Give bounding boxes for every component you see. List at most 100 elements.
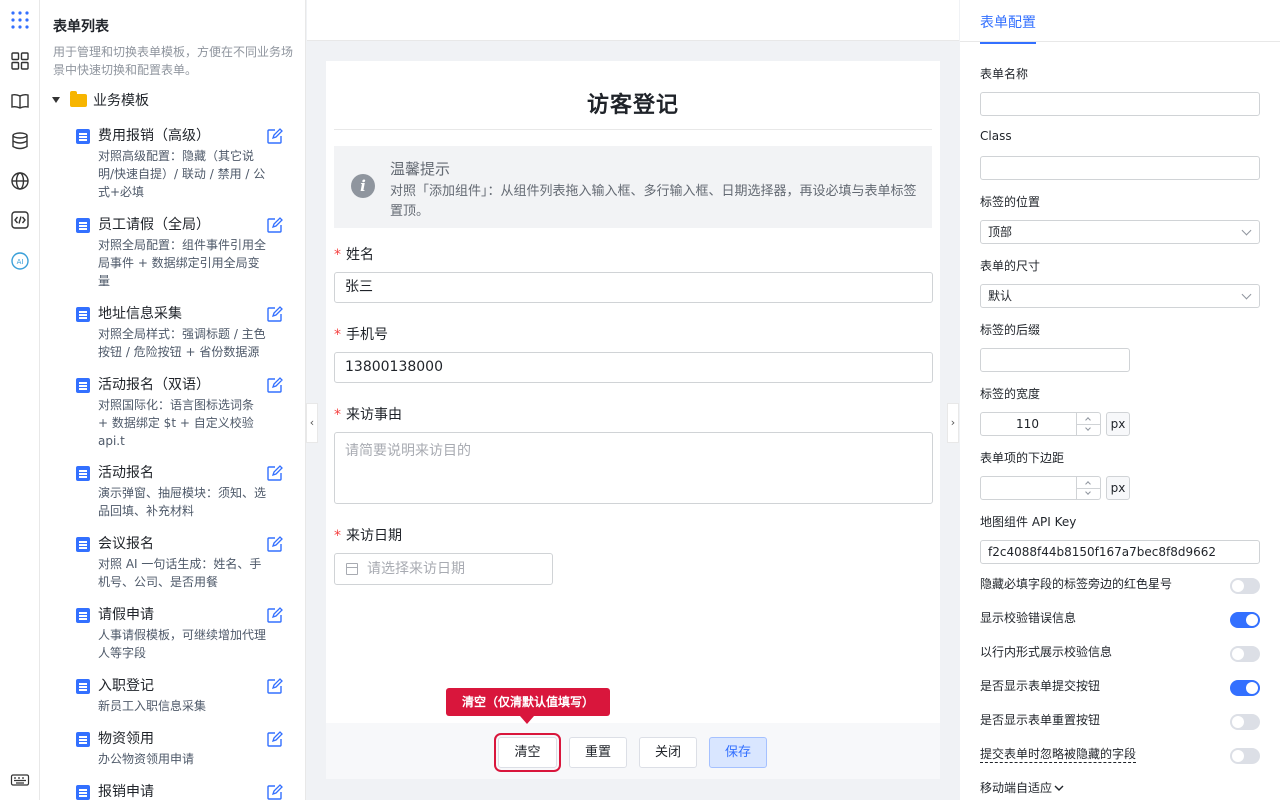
form-name-input[interactable] [980, 92, 1260, 116]
form-size-label: 表单的尺寸 [980, 259, 1041, 273]
form-item-name: 物资领用 [98, 731, 154, 747]
form-list-panel: 表单列表 用于管理和切换表单模板，方便在不同业务场景中快速切换和配置表单。 业务… [40, 0, 306, 800]
database-icon[interactable] [8, 129, 32, 153]
form-item-name: 请假申请 [98, 607, 154, 623]
label-position-label: 标签的位置 [980, 195, 1041, 209]
form-item-name: 地址信息采集 [98, 306, 182, 322]
toggle-label: 是否显示表单重置按钮 [980, 713, 1101, 727]
edit-icon[interactable] [266, 465, 283, 482]
form-canvas: 访客登记 i 温馨提示 对照「添加组件」：从组件列表拖入输入框、多行输入框、日期… [326, 61, 940, 779]
toggle-switch-hide-asterisk[interactable] [1230, 578, 1260, 594]
reason-textarea[interactable]: 请简要说明来访目的 [334, 432, 933, 504]
form-size-select[interactable]: 默认 [980, 284, 1260, 308]
document-icon [76, 218, 90, 233]
phone-input[interactable]: 13800138000 [334, 352, 933, 383]
form-item-desc: 对照国际化：语言图标选词条 + 数据绑定 $t + 自定义校验 api.t [98, 398, 255, 448]
date-picker[interactable]: 请选择来访日期 [334, 553, 553, 585]
form-title: 访客登记 [334, 87, 932, 130]
stepper-arrows[interactable] [1076, 413, 1100, 435]
name-input[interactable]: 张三 [334, 272, 933, 303]
folder-label: 业务模板 [93, 93, 149, 109]
label-position-select[interactable]: 顶部 [980, 220, 1260, 244]
edit-icon[interactable] [266, 678, 283, 695]
stepper-arrows[interactable] [1076, 477, 1100, 499]
form-item-name: 活动报名（双语） [98, 377, 210, 393]
form-item-name: 入职登记 [98, 678, 154, 694]
apps-grid-icon[interactable] [8, 8, 32, 32]
form-item-desc: 人事请假模板，可继续增加代理人等字段 [98, 628, 267, 660]
form-item-desc: 办公物资领用申请 [98, 752, 195, 766]
close-button[interactable]: 关闭 [639, 737, 697, 768]
edit-icon[interactable] [266, 536, 283, 553]
class-input[interactable] [980, 156, 1260, 180]
form-item-name: 报销申请 [98, 784, 154, 800]
document-icon [76, 466, 90, 481]
code-icon[interactable] [8, 208, 32, 232]
name-label: * 姓名 [334, 244, 374, 264]
document-icon [76, 129, 90, 144]
mobile-adapt-label: 移动端自适应 [980, 781, 1053, 795]
label-position-value: 顶部 [988, 225, 1013, 239]
mobile-adapt-toggle[interactable]: 移动端自适应 [980, 779, 1064, 796]
components-icon[interactable] [8, 49, 32, 73]
save-button[interactable]: 保存 [709, 737, 767, 768]
required-mark: * [334, 407, 341, 423]
chevron-down-icon [1241, 225, 1252, 236]
form-name-label: 表单名称 [980, 67, 1029, 81]
label-width-stepper[interactable]: 110 [980, 412, 1101, 436]
reason-label-text: 来访事由 [346, 407, 402, 423]
phone-label-text: 手机号 [346, 327, 388, 343]
tab-form-config[interactable]: 表单配置 [980, 12, 1036, 44]
collapse-right-button[interactable]: › [947, 403, 959, 443]
required-mark: * [334, 528, 341, 544]
document-icon [76, 785, 90, 800]
ai-icon[interactable]: AI [8, 249, 32, 273]
form-item-desc: 演示弹窗、抽屉模块：须知、选品回填、补充材料 [98, 486, 267, 518]
edit-icon[interactable] [266, 784, 283, 800]
reset-button[interactable]: 重置 [569, 737, 627, 768]
toggle-label: 隐藏必填字段的标签旁边的红色星号 [980, 577, 1173, 591]
edit-icon[interactable] [266, 306, 283, 323]
reason-label: * 来访事由 [334, 404, 402, 424]
book-icon[interactable] [8, 89, 32, 113]
toggle-switch-submit-button[interactable] [1230, 680, 1260, 696]
required-mark: * [334, 247, 341, 263]
document-icon [76, 378, 90, 393]
globe-icon[interactable] [8, 169, 32, 193]
info-icon: i [351, 174, 375, 198]
tip-title: 温馨提示 [390, 160, 451, 178]
form-item-desc: 对照全局配置：组件事件引用全局事件 + 数据绑定引用全局变量 [98, 238, 267, 288]
folder-icon [70, 90, 87, 107]
svg-text:AI: AI [17, 258, 24, 266]
edit-icon[interactable] [266, 731, 283, 748]
form-footer: 清空 重置 关闭 保存 [326, 723, 940, 779]
chevron-down-icon [1241, 289, 1252, 300]
item-margin-stepper[interactable] [980, 476, 1101, 500]
toggle-switch-inline-errors[interactable] [1230, 646, 1260, 662]
folder-business-templates[interactable]: 业务模板 [52, 89, 149, 111]
edit-icon[interactable] [266, 217, 283, 234]
toggle-switch-show-errors[interactable] [1230, 612, 1260, 628]
form-item-name: 费用报销（高级） [98, 128, 210, 144]
map-key-input[interactable]: f2c4088f44b8150f167a7bec8f8d9662 [980, 540, 1260, 564]
keyboard-icon[interactable] [8, 768, 32, 792]
form-item-name: 会议报名 [98, 536, 154, 552]
edit-icon[interactable] [266, 128, 283, 145]
form-list-description: 用于管理和切换表单模板，方便在不同业务场景中快速切换和配置表单。 [53, 45, 294, 77]
required-mark: * [334, 327, 341, 343]
toggle-switch-ignore-hidden[interactable] [1230, 748, 1260, 764]
config-panel: 表单配置 表单名称 Class 标签的位置 顶部 表单的尺寸 默认 标签的后缀 … [960, 0, 1280, 800]
icon-rail: AI [0, 0, 40, 800]
caret-down-icon[interactable] [52, 97, 60, 103]
name-label-text: 姓名 [346, 247, 374, 263]
calendar-icon [346, 563, 358, 575]
clear-button[interactable]: 清空 [494, 733, 561, 772]
collapse-left-button[interactable]: ‹ [306, 403, 318, 443]
form-size-value: 默认 [988, 289, 1013, 303]
edit-icon[interactable] [266, 607, 283, 624]
form-item-name: 活动报名 [98, 465, 154, 481]
label-suffix-input[interactable] [980, 348, 1130, 372]
date-label-text: 来访日期 [346, 528, 402, 544]
toggle-switch-reset-button[interactable] [1230, 714, 1260, 730]
edit-icon[interactable] [266, 377, 283, 394]
